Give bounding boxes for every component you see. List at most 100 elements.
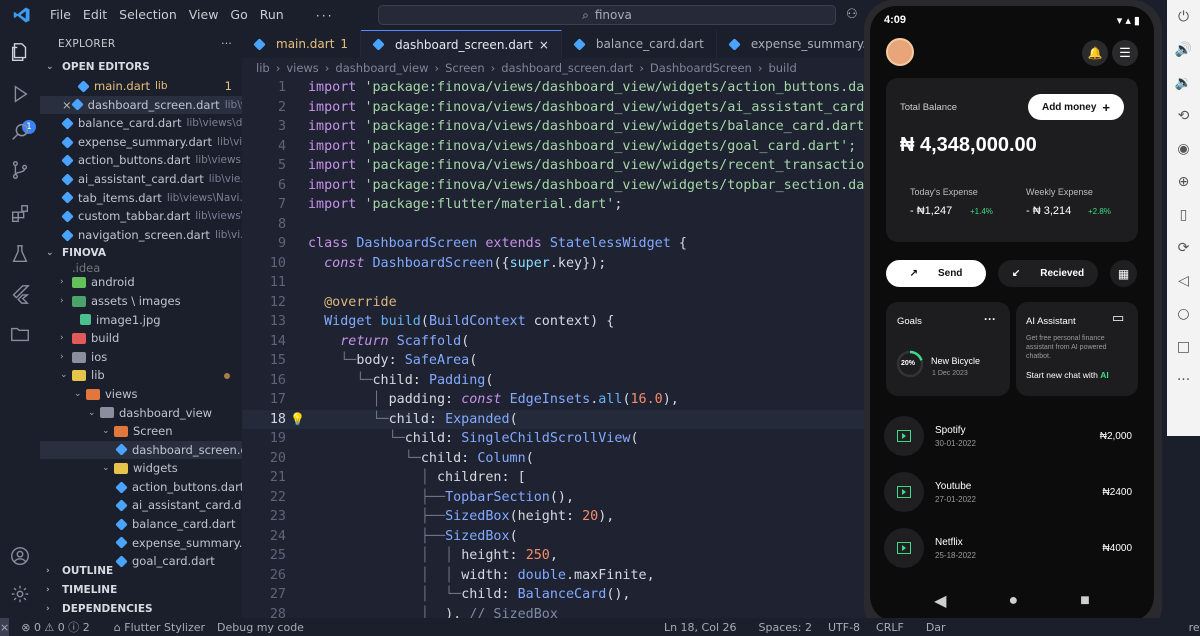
tree-item[interactable]: dashboard_screen.dart bbox=[40, 440, 242, 460]
tree-item[interactable]: ⌄ lib bbox=[40, 366, 242, 385]
transaction-item[interactable]: Youtube 27-01-2022 ₦2400 bbox=[884, 470, 1132, 514]
folder-icon[interactable] bbox=[8, 322, 32, 346]
explorer-more-icon[interactable]: ··· bbox=[221, 30, 232, 58]
camera-icon[interactable]: ◉ bbox=[1167, 132, 1200, 165]
line-ending[interactable]: CRLF bbox=[876, 621, 904, 634]
problems-indicator[interactable]: ⊗ 0 ⚠ 0 ⓘ 2 bbox=[21, 619, 90, 635]
open-editor-item[interactable]: main.dart lib 1 bbox=[40, 77, 242, 96]
command-center-search[interactable]: ⌕ finova bbox=[378, 5, 836, 25]
power-icon[interactable]: ⏻ bbox=[1167, 0, 1200, 33]
outline-section[interactable]: › OUTLINE bbox=[40, 562, 242, 581]
transaction-item[interactable]: Spotify 30-01-2022 ₦2,000 bbox=[884, 414, 1132, 458]
tree-item[interactable]: .idea bbox=[40, 263, 242, 273]
transaction-item[interactable]: Netflix 25-18-2022 ₦4000 bbox=[884, 526, 1132, 570]
breadcrumb-item[interactable]: lib bbox=[256, 61, 270, 75]
account-icon[interactable] bbox=[8, 544, 32, 568]
breadcrumb-item[interactable]: dashboard_view bbox=[335, 61, 428, 75]
menu-view[interactable]: View bbox=[183, 0, 225, 30]
open-editor-item[interactable]: balance_card.dart lib\views\d... bbox=[40, 114, 242, 133]
tree-item[interactable]: ⌄ dashboard_view bbox=[40, 404, 242, 423]
manage-gear-icon[interactable] bbox=[8, 582, 32, 606]
rotate-right-icon[interactable]: ⟳ bbox=[1167, 231, 1200, 264]
zoom-in-icon[interactable]: ⊕ bbox=[1167, 165, 1200, 198]
breadcrumb-item[interactable]: build bbox=[768, 61, 796, 75]
tree-item[interactable]: expense_summary.dart bbox=[40, 534, 242, 553]
code-editor[interactable]: 1 import 'package:finova/views/dashboard_… bbox=[242, 78, 872, 618]
avatar[interactable] bbox=[886, 38, 914, 66]
open-editor-item[interactable]: expense_summary.dart lib\vie... bbox=[40, 133, 242, 152]
open-editor-item[interactable]: ai_assistant_card.dart lib\vie... bbox=[40, 170, 242, 189]
tree-item[interactable]: › ios bbox=[40, 348, 242, 367]
goals-more-icon[interactable]: ··· bbox=[984, 312, 996, 326]
rotate-left-icon[interactable]: ⟲ bbox=[1167, 99, 1200, 132]
add-money-button[interactable]: Add money + bbox=[1028, 94, 1124, 120]
open-editor-item[interactable]: tab_items.dart lib\views\Navi... bbox=[40, 189, 242, 208]
menu-selection[interactable]: Selection bbox=[113, 0, 183, 30]
tree-item[interactable]: › build bbox=[40, 329, 242, 348]
more-icon[interactable]: ··· bbox=[1167, 363, 1200, 396]
open-editor-item[interactable]: × dashboard_screen.dart lib\vi... bbox=[40, 95, 242, 115]
tree-item[interactable]: ai_assistant_card.dart bbox=[40, 496, 242, 515]
cursor-position[interactable]: Ln 18, Col 26 bbox=[664, 621, 737, 634]
source-control-icon[interactable] bbox=[8, 158, 32, 182]
menu-file[interactable]: File bbox=[44, 0, 77, 30]
chat-icon[interactable]: ▭ bbox=[1112, 310, 1124, 326]
hamburger-menu-icon[interactable]: ☰ bbox=[1112, 40, 1138, 66]
breadcrumb-item[interactable]: DashboardScreen bbox=[650, 61, 752, 75]
flutter-stylizer[interactable]: ⌂ Flutter Stylizer bbox=[114, 621, 205, 634]
copilot-icon[interactable]: ⚇ bbox=[846, 7, 862, 23]
home-icon[interactable]: ○ bbox=[1167, 297, 1200, 330]
tree-item[interactable]: ⌄ Screen bbox=[40, 422, 242, 441]
more-menu-icon[interactable]: ··· bbox=[316, 8, 334, 23]
back-icon[interactable]: ◁ bbox=[1167, 264, 1200, 297]
extensions-icon[interactable] bbox=[8, 202, 32, 226]
tab-balance-card[interactable]: balance_card.dart bbox=[562, 30, 717, 58]
tree-item[interactable]: › assets \ images bbox=[40, 292, 242, 311]
prettier-status[interactable]: rettier bbox=[1189, 621, 1200, 634]
testing-icon[interactable] bbox=[8, 242, 32, 266]
flutter-icon[interactable] bbox=[8, 282, 32, 306]
lightbulb-icon[interactable]: 💡 bbox=[290, 410, 305, 430]
breadcrumb-item[interactable]: dashboard_screen.dart bbox=[501, 61, 633, 75]
ai-assistant-card[interactable]: AI Assistant ▭ Get free personal finance… bbox=[1016, 302, 1138, 396]
overview-icon[interactable]: □ bbox=[1167, 330, 1200, 363]
open-editor-item[interactable]: navigation_screen.dart lib\vi... bbox=[40, 226, 242, 245]
open-editors-section[interactable]: ⌄ OPEN EDITORS bbox=[40, 58, 242, 77]
nav-back-icon[interactable]: ◀ bbox=[934, 591, 946, 611]
tree-item[interactable]: balance_card.dart bbox=[40, 515, 242, 534]
remote-icon[interactable]: ⨯ bbox=[0, 618, 10, 636]
tree-item[interactable]: › android bbox=[40, 273, 242, 292]
project-section[interactable]: ⌄ FINOVA bbox=[40, 244, 242, 263]
ai-cta[interactable]: Start new chat with AI bbox=[1026, 370, 1109, 380]
qr-code-icon[interactable]: ▦ bbox=[1110, 260, 1137, 287]
send-button[interactable]: ↗ Send bbox=[886, 260, 986, 287]
language-mode[interactable]: Dar bbox=[926, 621, 946, 634]
tree-item[interactable]: ⌄ widgets bbox=[40, 459, 242, 478]
tree-item[interactable]: image1.jpg bbox=[40, 311, 242, 330]
open-editor-item[interactable]: custom_tabbar.dart lib\views\... bbox=[40, 207, 242, 226]
explorer-icon[interactable] bbox=[8, 40, 32, 64]
dependencies-section[interactable]: › DEPENDENCIES bbox=[40, 600, 242, 618]
run-debug-icon[interactable] bbox=[8, 82, 32, 106]
breadcrumb-item[interactable]: views bbox=[286, 61, 318, 75]
tree-item[interactable]: action_buttons.dart bbox=[40, 478, 242, 497]
encoding[interactable]: UTF-8 bbox=[828, 621, 860, 634]
menu-edit[interactable]: Edit bbox=[77, 0, 113, 30]
breadcrumb-item[interactable]: Screen bbox=[445, 61, 485, 75]
timeline-section[interactable]: › TIMELINE bbox=[40, 581, 242, 600]
close-tab-icon[interactable]: × bbox=[539, 38, 549, 52]
nav-recents-icon[interactable]: ■ bbox=[1080, 592, 1090, 610]
tab-main-dart[interactable]: main.dart 1 bbox=[242, 30, 362, 58]
tree-item[interactable]: ⌄ views bbox=[40, 385, 242, 404]
tab-dashboard-screen[interactable]: dashboard_screen.dart × bbox=[361, 30, 562, 58]
menu-run[interactable]: Run bbox=[254, 0, 290, 30]
volume-down-icon[interactable]: 🔉 bbox=[1167, 66, 1200, 99]
indentation[interactable]: Spaces: 2 bbox=[759, 621, 812, 634]
debug-my-code[interactable]: Debug my code bbox=[217, 621, 304, 634]
open-editor-item[interactable]: action_buttons.dart lib\views... bbox=[40, 151, 242, 170]
notification-bell-icon[interactable]: 🔔 bbox=[1082, 40, 1108, 66]
volume-up-icon[interactable]: 🔊 bbox=[1167, 33, 1200, 66]
close-editor-icon[interactable]: × bbox=[62, 96, 72, 115]
goals-card[interactable]: Goals ··· 20% New Bicycle 1 Dec 2023 bbox=[886, 302, 1010, 396]
search-sidebar-icon[interactable] bbox=[8, 120, 32, 144]
